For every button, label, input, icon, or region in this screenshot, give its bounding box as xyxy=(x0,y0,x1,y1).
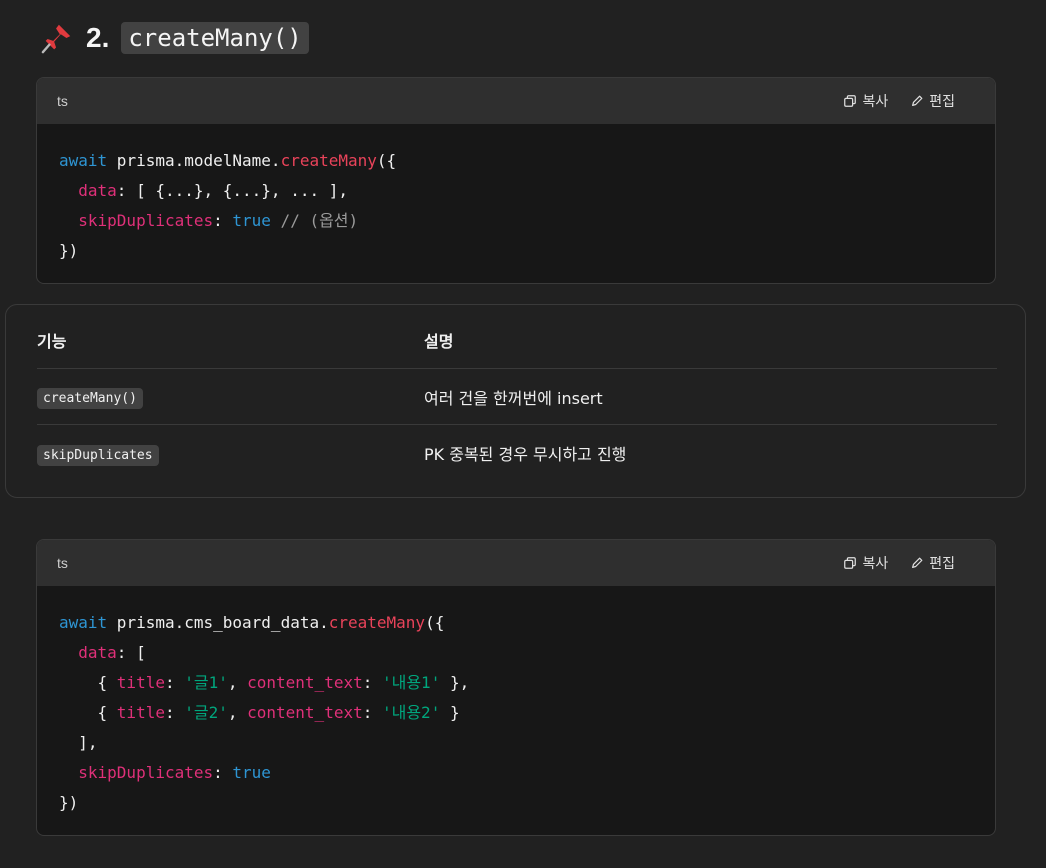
edit-label: 편집 xyxy=(929,556,955,572)
feature-code: createMany() xyxy=(37,388,143,409)
copy-icon xyxy=(844,95,857,107)
code-block-1: ts 복사 편집 await prisma.modelName.createMa… xyxy=(36,77,996,284)
code-header: ts 복사 편집 xyxy=(37,540,995,586)
code-header: ts 복사 편집 xyxy=(37,78,995,124)
section-heading: 2. createMany() xyxy=(40,18,309,58)
pencil-icon xyxy=(912,557,923,568)
feature-table: 기능 설명 createMany() 여러 건을 한꺼번에 insert ski… xyxy=(5,304,1026,498)
code-content: await prisma.cms_board_data.createMany({… xyxy=(59,613,470,812)
code-language: ts xyxy=(57,555,68,571)
table-header-row: 기능 설명 xyxy=(37,305,997,369)
pencil-icon xyxy=(912,95,923,106)
copy-label: 복사 xyxy=(862,94,889,110)
copy-icon xyxy=(844,557,857,569)
code-block-2: ts 복사 편집 await prisma.cms_board_data.cre… xyxy=(36,539,996,836)
copy-button[interactable]: 복사 xyxy=(843,91,888,111)
code-language: ts xyxy=(57,93,68,109)
edit-button[interactable]: 편집 xyxy=(910,553,955,573)
copy-label: 복사 xyxy=(862,556,889,572)
heading-code: createMany() xyxy=(121,22,309,54)
copy-button[interactable]: 복사 xyxy=(843,553,888,573)
edit-button[interactable]: 편집 xyxy=(910,91,955,111)
table-row: createMany() 여러 건을 한꺼번에 insert xyxy=(37,369,997,425)
edit-label: 편집 xyxy=(929,94,955,110)
code-content: await prisma.modelName.createMany({ data… xyxy=(59,151,397,260)
table-header-description: 설명 xyxy=(424,331,454,351)
table-header-feature: 기능 xyxy=(37,331,67,351)
feature-code: skipDuplicates xyxy=(37,444,159,466)
pushpin-icon xyxy=(41,24,71,54)
heading-number: 2. xyxy=(86,22,110,53)
feature-description: 여러 건을 한꺼번에 insert xyxy=(424,388,603,408)
feature-description: PK 중복된 경우 무시하고 진행 xyxy=(424,445,627,464)
table-row: skipDuplicates PK 중복된 경우 무시하고 진행 xyxy=(37,425,997,481)
